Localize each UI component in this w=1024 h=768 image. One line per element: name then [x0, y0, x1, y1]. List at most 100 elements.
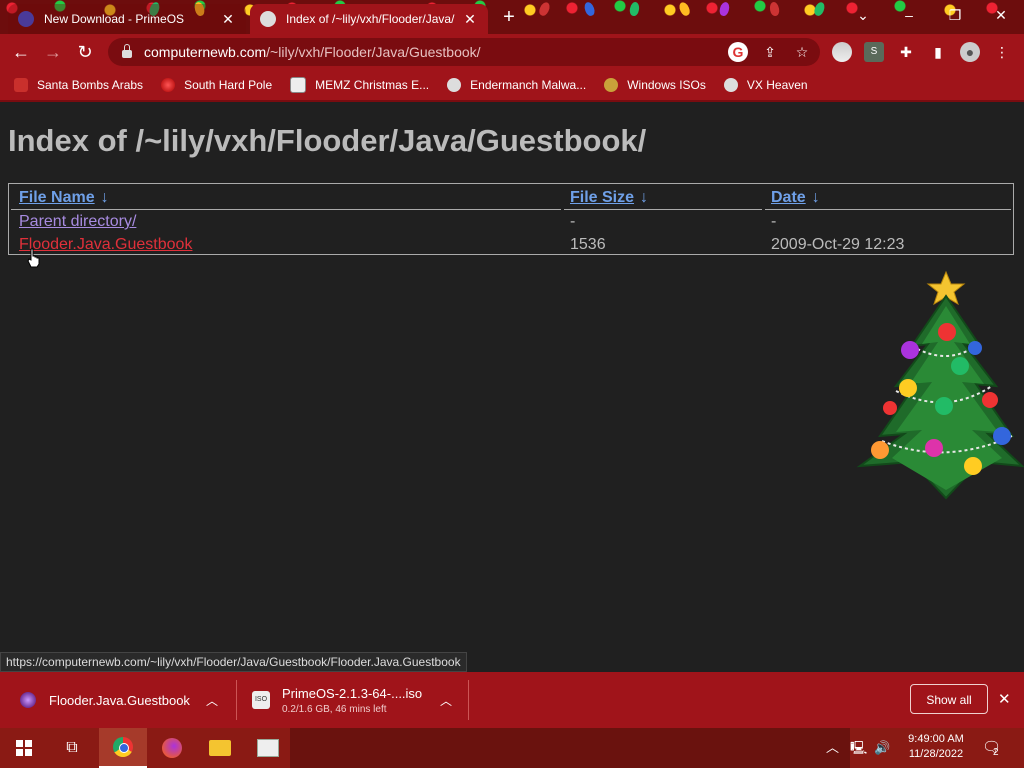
- download-item[interactable]: ISO PrimeOS-2.1.3-64-....iso 0.2/1.6 GB,…: [252, 672, 462, 728]
- column-header-date[interactable]: Date ↓: [771, 189, 820, 207]
- file-type-icon: [20, 692, 36, 708]
- wallpaper-strip: [290, 728, 850, 768]
- bookmark-label: South Hard Pole: [184, 78, 273, 92]
- side-panel-icon[interactable]: ▮: [928, 42, 948, 62]
- network-icon[interactable]: 🖳: [850, 728, 867, 768]
- link-status-bar: https://computernewb.com/~lily/vxh/Flood…: [0, 652, 467, 672]
- file-size-cell: -: [570, 213, 576, 230]
- volume-icon[interactable]: 🔊: [874, 728, 890, 768]
- close-window-icon[interactable]: ✕: [978, 0, 1024, 30]
- bookmark-item[interactable]: Santa Bombs Arabs: [14, 78, 143, 92]
- light-bulb-decoration: [582, 0, 597, 18]
- header-divider: [11, 209, 561, 210]
- file-link[interactable]: Flooder.Java.Guestbook: [19, 236, 192, 254]
- bookmark-label: MEMZ Christmas E...: [315, 78, 430, 92]
- primeos-favicon-icon: [18, 11, 34, 27]
- extension-flag-icon[interactable]: [832, 42, 852, 62]
- skull-icon: [447, 78, 462, 92]
- sort-arrow-icon: ↓: [811, 189, 820, 206]
- chevron-up-icon[interactable]: ︿: [440, 692, 452, 709]
- light-bulb-decoration: [677, 0, 692, 18]
- clock-date: 11/28/2022: [908, 748, 964, 760]
- close-tab-icon[interactable]: ✕: [462, 11, 478, 28]
- tab-title: New Download - PrimeOS: [44, 12, 185, 26]
- header-label: File Size: [570, 189, 635, 206]
- bookmark-item[interactable]: MEMZ Christmas E...: [290, 77, 429, 93]
- url-text: computernewb.com/~lily/vxh/Flooder/Java/…: [144, 44, 481, 60]
- new-tab-icon[interactable]: +: [498, 6, 520, 28]
- profile-avatar-icon[interactable]: ●: [960, 42, 980, 62]
- forward-icon[interactable]: →: [41, 40, 65, 64]
- address-bar[interactable]: computernewb.com/~lily/vxh/Flooder/Java/…: [108, 38, 820, 66]
- close-tab-icon[interactable]: ✕: [220, 11, 236, 28]
- tray-chevron-up-icon[interactable]: ︿: [826, 728, 839, 768]
- christmas-tree-decoration: [856, 270, 1024, 500]
- date-cell: 2009-Oct-29 12:23: [771, 236, 905, 253]
- date-cell: -: [771, 213, 777, 230]
- close-shelf-icon[interactable]: ✕: [998, 690, 1011, 708]
- file-explorer-icon[interactable]: [196, 728, 244, 768]
- parent-directory-link[interactable]: Parent directory/: [19, 213, 136, 231]
- hand-cursor-icon: [27, 248, 40, 268]
- vx-icon: [723, 78, 738, 92]
- tab-strip: New Download - PrimeOS ✕ Index of /~lily…: [0, 0, 1024, 34]
- start-windows-icon[interactable]: [0, 728, 48, 768]
- url-domain: computernewb.com: [144, 44, 267, 60]
- bookmark-label: Endermanch Malwa...: [470, 78, 587, 92]
- column-header-file-name[interactable]: File Name ↓: [19, 189, 109, 207]
- bookmark-item[interactable]: VX Heaven: [723, 78, 808, 92]
- bookmark-label: Windows ISOs: [627, 78, 706, 92]
- clock[interactable]: 9:49:00 AM 11/28/2022: [904, 728, 968, 768]
- header-label: File Name: [19, 189, 95, 206]
- tab-search-chevron-icon[interactable]: ⌄: [840, 0, 886, 30]
- download-info: PrimeOS-2.1.3-64-....iso 0.2/1.6 GB, 46 …: [282, 686, 422, 715]
- lock-icon: [122, 44, 132, 58]
- app-window-icon[interactable]: [244, 728, 292, 768]
- chevron-up-icon[interactable]: ︿: [206, 692, 218, 709]
- sort-arrow-icon: ↓: [640, 189, 649, 206]
- light-bulb-decoration: [718, 1, 731, 17]
- column-header-file-size[interactable]: File Size ↓: [570, 189, 648, 207]
- extensions-puzzle-icon[interactable]: ✚: [896, 42, 916, 62]
- bookmark-label: VX Heaven: [746, 78, 808, 92]
- url-path: /~lily/vxh/Flooder/Java/Guestbook/: [266, 44, 481, 60]
- tab-new-download[interactable]: New Download - PrimeOS ✕: [8, 4, 246, 34]
- clock-time: 9:49:00 AM: [908, 733, 964, 745]
- reload-icon[interactable]: ↻: [73, 40, 97, 64]
- minimize-icon[interactable]: –: [886, 0, 932, 30]
- show-all-button[interactable]: Show all: [910, 684, 988, 714]
- download-item[interactable]: Flooder.Java.Guestbook ︿: [20, 672, 230, 728]
- iso-file-icon: ISO: [252, 691, 270, 709]
- divider: [468, 680, 469, 720]
- task-view-icon[interactable]: ⧉: [48, 728, 96, 768]
- directory-listing-table: File Name ↓ File Size ↓ Date ↓ Parent direc…: [8, 183, 1014, 255]
- santa-icon: [14, 78, 28, 92]
- download-progress-text: 0.2/1.6 GB, 46 mins left: [282, 703, 387, 715]
- bookmark-item[interactable]: South Hard Pole: [161, 78, 272, 92]
- back-icon[interactable]: ←: [9, 40, 33, 64]
- chrome-taskbar-icon[interactable]: [99, 728, 147, 768]
- memz-icon: [290, 77, 307, 93]
- tab-index-of[interactable]: Index of /~lily/vxh/Flooder/Java/ ✕: [250, 4, 488, 34]
- share-icon[interactable]: ⇪: [760, 42, 780, 62]
- bookmark-label: Santa Bombs Arabs: [37, 78, 144, 92]
- extension-s-icon[interactable]: S: [864, 42, 884, 62]
- browser-toolbar: ← → ↻ computernewb.com/~lily/vxh/Flooder…: [0, 34, 1024, 70]
- bookmark-item[interactable]: Windows ISOs: [604, 78, 706, 92]
- menu-kebab-icon[interactable]: ⋮: [992, 42, 1012, 62]
- google-lens-icon[interactable]: G: [728, 42, 748, 62]
- page-title: Index of /~lily/vxh/Flooder/Java/Guestbo…: [8, 123, 647, 158]
- download-shelf: Flooder.Java.Guestbook ︿ ISO PrimeOS-2.1…: [0, 672, 1024, 728]
- bookmarks-bar: Santa Bombs Arabs South Hard Pole MEMZ C…: [0, 70, 1024, 102]
- bookmark-star-icon[interactable]: ☆: [792, 42, 812, 62]
- firefox-taskbar-icon[interactable]: [148, 728, 196, 768]
- header-divider: [564, 209, 762, 210]
- file-size-cell: 1536: [570, 236, 606, 253]
- light-bulb-decoration: [537, 0, 552, 18]
- restore-icon[interactable]: ❐: [932, 0, 978, 30]
- header-divider: [765, 209, 1011, 210]
- bookmark-item[interactable]: Endermanch Malwa...: [447, 78, 586, 92]
- notifications-icon[interactable]: 🗨2: [982, 728, 1007, 768]
- star-burst-icon: [161, 78, 176, 92]
- light-bulb-decoration: [628, 1, 641, 17]
